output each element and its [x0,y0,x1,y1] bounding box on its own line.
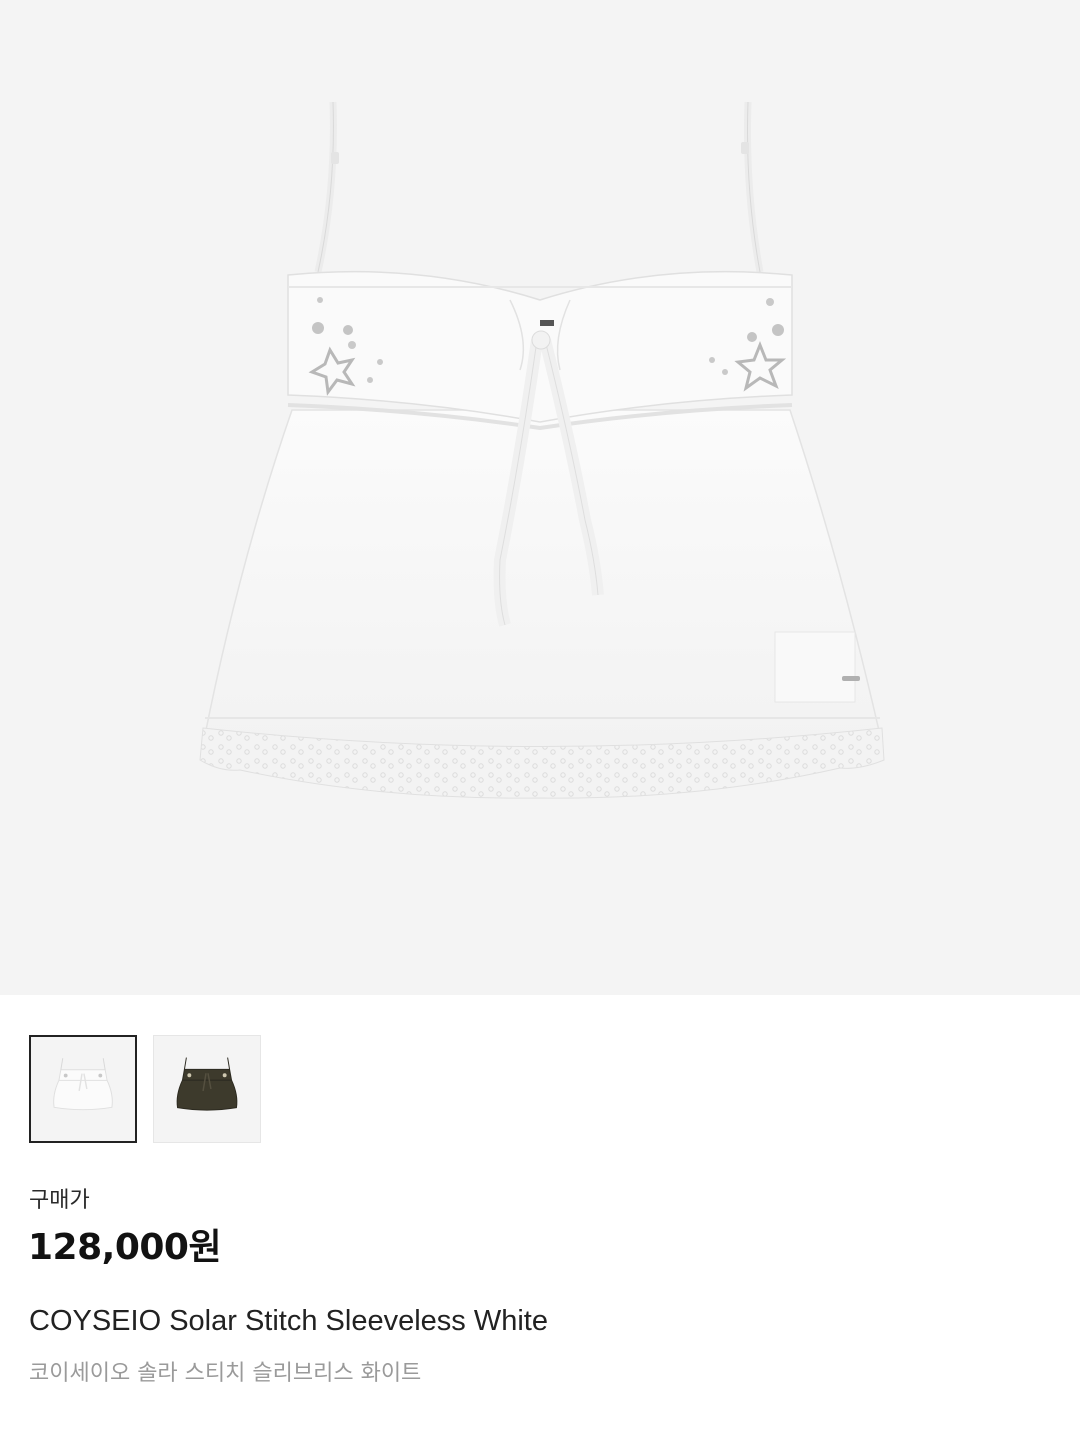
product-main-image[interactable] [0,0,1080,995]
price-value: 128,000원 [28,1227,222,1268]
thumbnail-white[interactable] [29,1035,137,1143]
thumbnail-list [29,1035,261,1143]
white-top-illustration [199,101,885,799]
thumbnail-brown[interactable] [153,1035,261,1143]
product-detail-page: 구매가 128,000원 COYSEIO Solar Stitch Sleeve… [0,0,1080,1440]
product-name-english: COYSEIO Solar Stitch Sleeveless White [29,1305,548,1337]
price-label: 구매가 [29,1188,90,1213]
brown-top-thumbnail-icon [176,1057,238,1111]
white-top-thumbnail-icon [53,1058,113,1111]
product-name-korean: 코이세이오 솔라 스티치 슬리브리스 화이트 [29,1361,422,1386]
